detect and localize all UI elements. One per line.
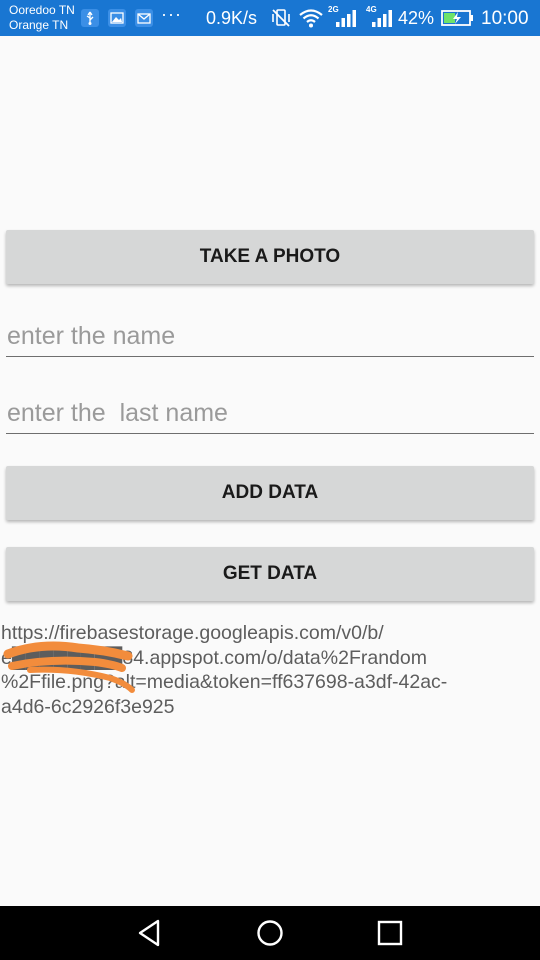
status-bar: Ooredoo TN Orange TN ··· 0.9K/s 2G 4G 42… [0, 0, 540, 36]
more-notifications-icon: ··· [161, 4, 182, 24]
screen: Ooredoo TN Orange TN ··· 0.9K/s 2G 4G 42… [0, 0, 540, 960]
wifi-icon [299, 9, 323, 28]
network-speed: 0.9K/s [206, 8, 258, 28]
usb-icon [81, 9, 99, 27]
signal-2g-icon [336, 10, 356, 27]
name-input[interactable] [6, 317, 534, 357]
battery-charging-icon [441, 10, 473, 26]
get-data-button[interactable]: GET DATA [6, 547, 534, 601]
clock: 10:00 [481, 8, 529, 29]
mail-icon [135, 9, 153, 27]
take-photo-button[interactable]: TAKE A PHOTO [6, 230, 534, 284]
navigation-bar [0, 906, 540, 960]
carrier-1: Ooredoo TN [9, 3, 75, 17]
download-url-text: https://firebasestorage.googleapis.com/v… [1, 622, 448, 718]
home-icon[interactable] [252, 918, 288, 948]
image-icon [108, 9, 126, 27]
last-name-input[interactable] [6, 394, 534, 434]
battery-percentage: 42% [398, 8, 435, 28]
vibrate-off-icon [272, 9, 290, 27]
carrier-2: Orange TN [9, 18, 69, 32]
add-data-button[interactable]: ADD DATA [6, 466, 534, 520]
signal-4g-icon [372, 10, 392, 27]
back-icon[interactable] [132, 918, 168, 948]
recent-apps-icon[interactable] [372, 918, 408, 948]
